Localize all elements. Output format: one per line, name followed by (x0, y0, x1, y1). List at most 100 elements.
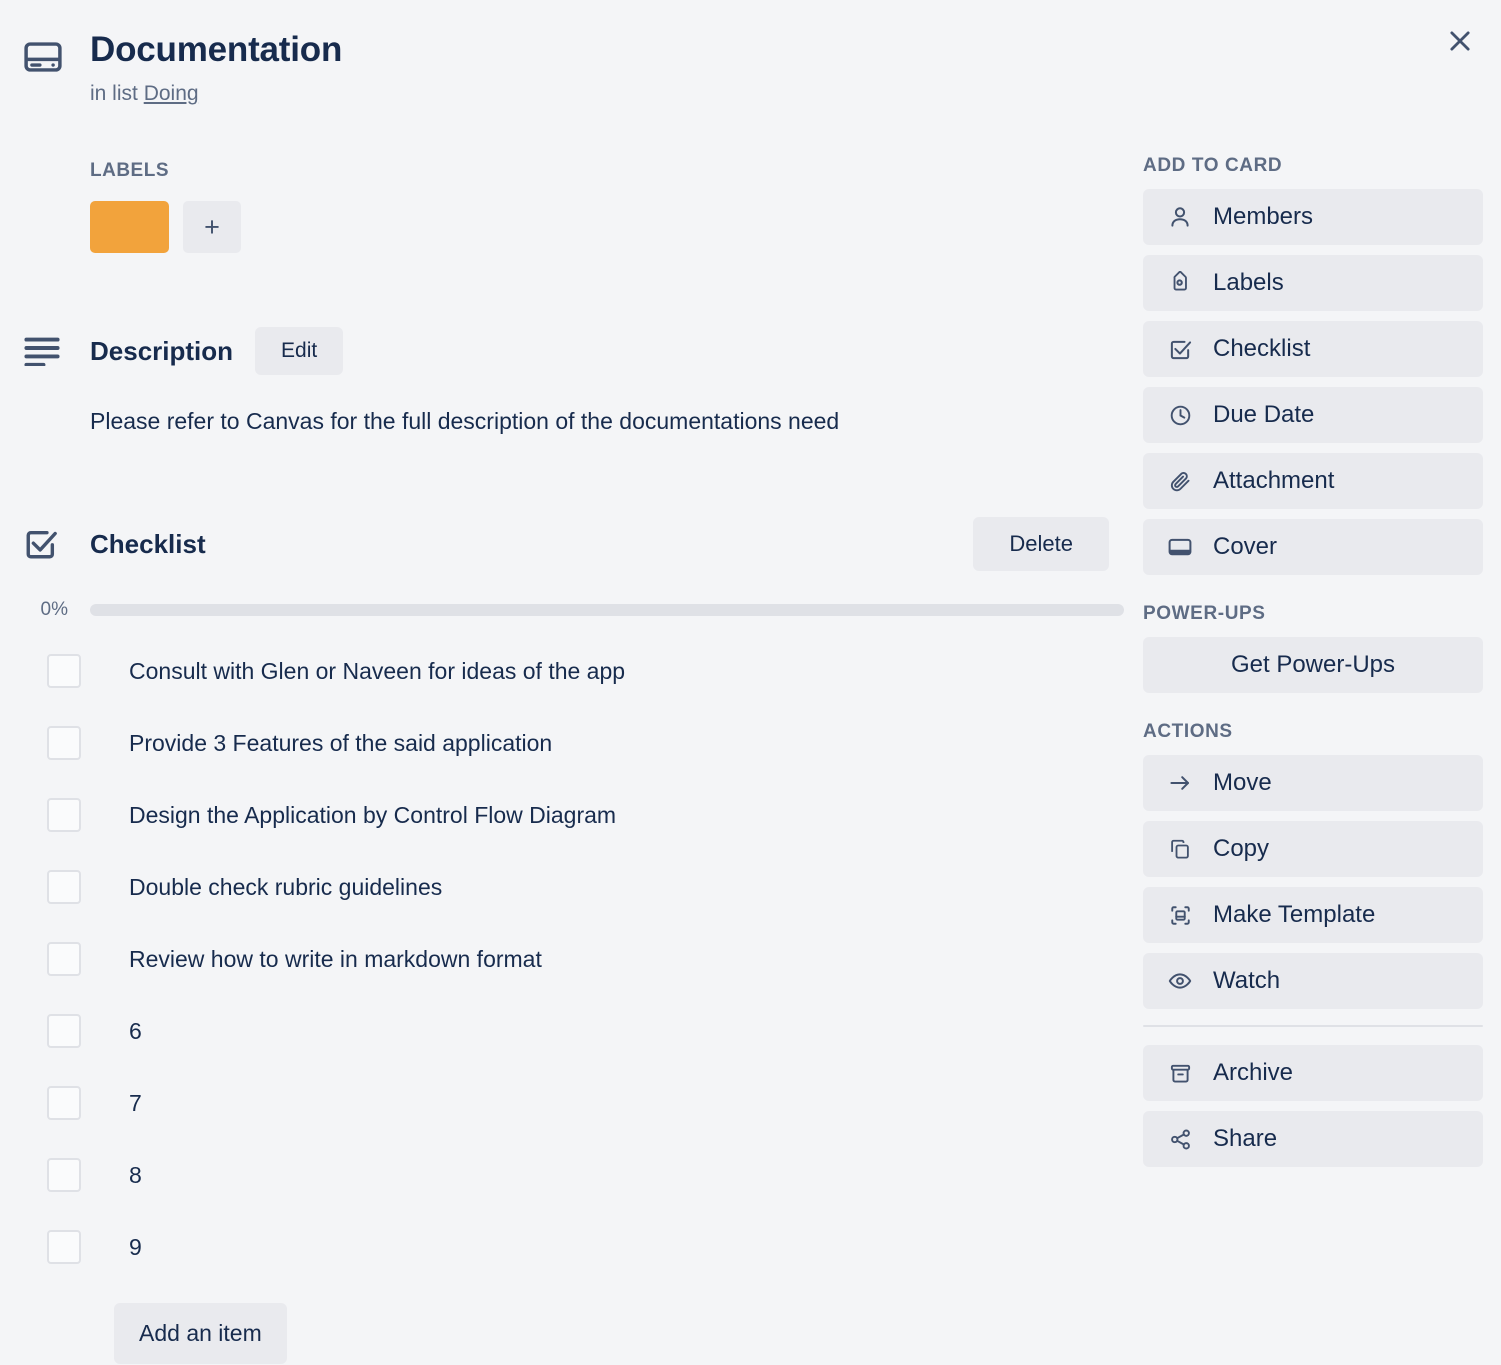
checklist-title: Checklist (90, 528, 206, 559)
checklist-item: Consult with Glen or Naveen for ideas of… (24, 635, 1124, 707)
share-icon (1167, 1128, 1193, 1151)
label-chip-list: + (90, 201, 1124, 253)
checkbox-check-glyph (1170, 340, 1191, 359)
sidebar-item-archive[interactable]: Archive (1143, 1045, 1483, 1101)
checklist-item: Double check rubric guidelines (24, 851, 1124, 923)
checklist-item-checkbox[interactable] (47, 726, 81, 761)
tag-glyph (1173, 271, 1187, 291)
checklist-item-label[interactable]: Review how to write in markdown format (129, 946, 542, 973)
checklist-item-label[interactable]: Consult with Glen or Naveen for ideas of… (129, 658, 625, 685)
checklist-item-checkbox[interactable] (47, 1230, 81, 1265)
power-ups-heading: POWER-UPS (1143, 603, 1266, 624)
share-glyph (1170, 1129, 1190, 1149)
checklist-item-checkbox[interactable] (47, 870, 81, 905)
checklist-item-label[interactable]: 8 (129, 1162, 142, 1189)
checklist-item-label[interactable]: Design the Application by Control Flow D… (129, 802, 616, 829)
checklist-item-checkbox[interactable] (47, 1086, 81, 1121)
checklist-item-checkbox[interactable] (47, 1158, 81, 1193)
in-list-prefix: in list (90, 82, 138, 106)
sidebar-item-label: Archive (1213, 1059, 1294, 1086)
checklist-item-label[interactable]: 6 (129, 1018, 142, 1045)
sidebar-item-move[interactable]: Move (1143, 755, 1483, 811)
sidebar-item-attachment[interactable]: Attachment (1143, 453, 1483, 509)
checklist-item-label[interactable]: Provide 3 Features of the said applicati… (129, 730, 552, 757)
checklist-item-checkbox[interactable] (47, 654, 81, 689)
checklist-item-label[interactable]: Double check rubric guidelines (129, 874, 442, 901)
tag-icon (1167, 271, 1193, 295)
checklist-section: Checklist Delete 0% Consult with Glen or… (24, 517, 1124, 1365)
arrow-right-glyph (1170, 776, 1189, 790)
checklist-item: 9 (24, 1211, 1124, 1283)
checklist-item-label[interactable]: 7 (129, 1090, 142, 1117)
checklist-item: 6 (24, 995, 1124, 1067)
checklist-item-checkbox[interactable] (47, 1014, 81, 1049)
sidebar-item-labels[interactable]: Labels (1143, 255, 1483, 311)
actions-group: ACTIONS Move Copy Make Template Watch Ar… (1143, 721, 1483, 1167)
add-checklist-item-button[interactable]: Add an item (114, 1303, 287, 1365)
eye-icon (1167, 969, 1193, 993)
edit-description-button[interactable]: Edit (255, 327, 344, 375)
sidebar-item-label: Get Power-Ups (1230, 651, 1396, 678)
template-glyph (1170, 905, 1190, 925)
card-sidebar: ADD TO CARD Members Labels Checklist Due… (1143, 155, 1483, 1195)
sidebar-item-copy[interactable]: Copy (1143, 821, 1483, 877)
checklist-item-checkbox[interactable] (47, 942, 81, 977)
close-icon[interactable] (1439, 20, 1481, 62)
labels-section: LABELS + (24, 160, 1124, 253)
sidebar-item-label: Copy (1213, 835, 1270, 862)
sidebar-item-label: Make Template (1213, 901, 1376, 928)
checklist-progress: 0% (24, 599, 1124, 621)
card-detail-modal: Documentation in list Doing LABELS + Des… (0, 0, 1501, 1365)
sidebar-item-label: Watch (1213, 967, 1281, 994)
description-heading-row: Description Edit (24, 327, 1124, 375)
sidebar-item-share[interactable]: Share (1143, 1111, 1483, 1167)
checklist-item-label[interactable]: 9 (129, 1234, 142, 1261)
delete-checklist-button[interactable]: Delete (973, 517, 1109, 572)
cover-card-icon (24, 42, 64, 77)
add-label-button[interactable]: + (183, 201, 241, 253)
page-title: Documentation (90, 30, 343, 69)
orange-label[interactable] (90, 201, 169, 253)
archive-glyph (1170, 1064, 1190, 1083)
description-body: Please refer to Canvas for the full desc… (90, 408, 840, 434)
paperclip-icon (1167, 470, 1193, 493)
power-ups-group: POWER-UPS Get Power-Ups (1143, 603, 1483, 693)
cover-icon (1167, 537, 1193, 557)
sidebar-item-make-template[interactable]: Make Template (1143, 887, 1483, 943)
description-title: Description (90, 335, 234, 366)
checkbox-check-icon (1167, 338, 1193, 361)
card-breadcrumb: in list Doing (90, 82, 342, 106)
progress-percent-label: 0% (40, 599, 68, 621)
sidebar-item-label: Move (1213, 769, 1272, 796)
clock-icon (1167, 404, 1193, 427)
sidebar-item-due-date[interactable]: Due Date (1143, 387, 1483, 443)
get-power-ups-button[interactable]: Get Power-Ups (1143, 637, 1483, 693)
checkbox-check-glyph (26, 531, 57, 559)
description-section: Description Edit Please refer to Canvas … (24, 327, 1124, 437)
actions-heading: ACTIONS (1143, 721, 1233, 742)
checklist-item-checkbox[interactable] (47, 798, 81, 833)
card-main-column: LABELS + Description Edit Please refer t… (24, 160, 1124, 1365)
sidebar-item-watch[interactable]: Watch (1143, 953, 1483, 1009)
actions-divider (1143, 1025, 1483, 1027)
checklist-item: Review how to write in markdown format (24, 923, 1124, 995)
card-header: Documentation in list Doing (24, 30, 1104, 106)
checklist-item: Provide 3 Features of the said applicati… (24, 707, 1124, 779)
sidebar-item-cover[interactable]: Cover (1143, 519, 1483, 575)
sidebar-item-members[interactable]: Members (1143, 189, 1483, 245)
sidebar-item-checklist[interactable]: Checklist (1143, 321, 1483, 377)
sidebar-item-label: Due Date (1213, 401, 1315, 428)
card-header-text: Documentation in list Doing (90, 30, 342, 106)
checklist-item: 8 (24, 1139, 1124, 1211)
sidebar-item-label: Attachment (1213, 467, 1335, 494)
cover-card-glyph (24, 42, 62, 72)
cover-glyph (1168, 538, 1192, 556)
add-to-card-heading: ADD TO CARD (1143, 155, 1283, 176)
list-name-link[interactable]: Doing (144, 82, 199, 105)
sidebar-item-label: Checklist (1213, 335, 1311, 362)
checklist-item: Design the Application by Control Flow D… (24, 779, 1124, 851)
description-lines-icon (24, 336, 64, 366)
eye-glyph (1168, 973, 1192, 989)
checklist-item: 7 (24, 1067, 1124, 1139)
sidebar-item-label: Share (1213, 1125, 1278, 1152)
